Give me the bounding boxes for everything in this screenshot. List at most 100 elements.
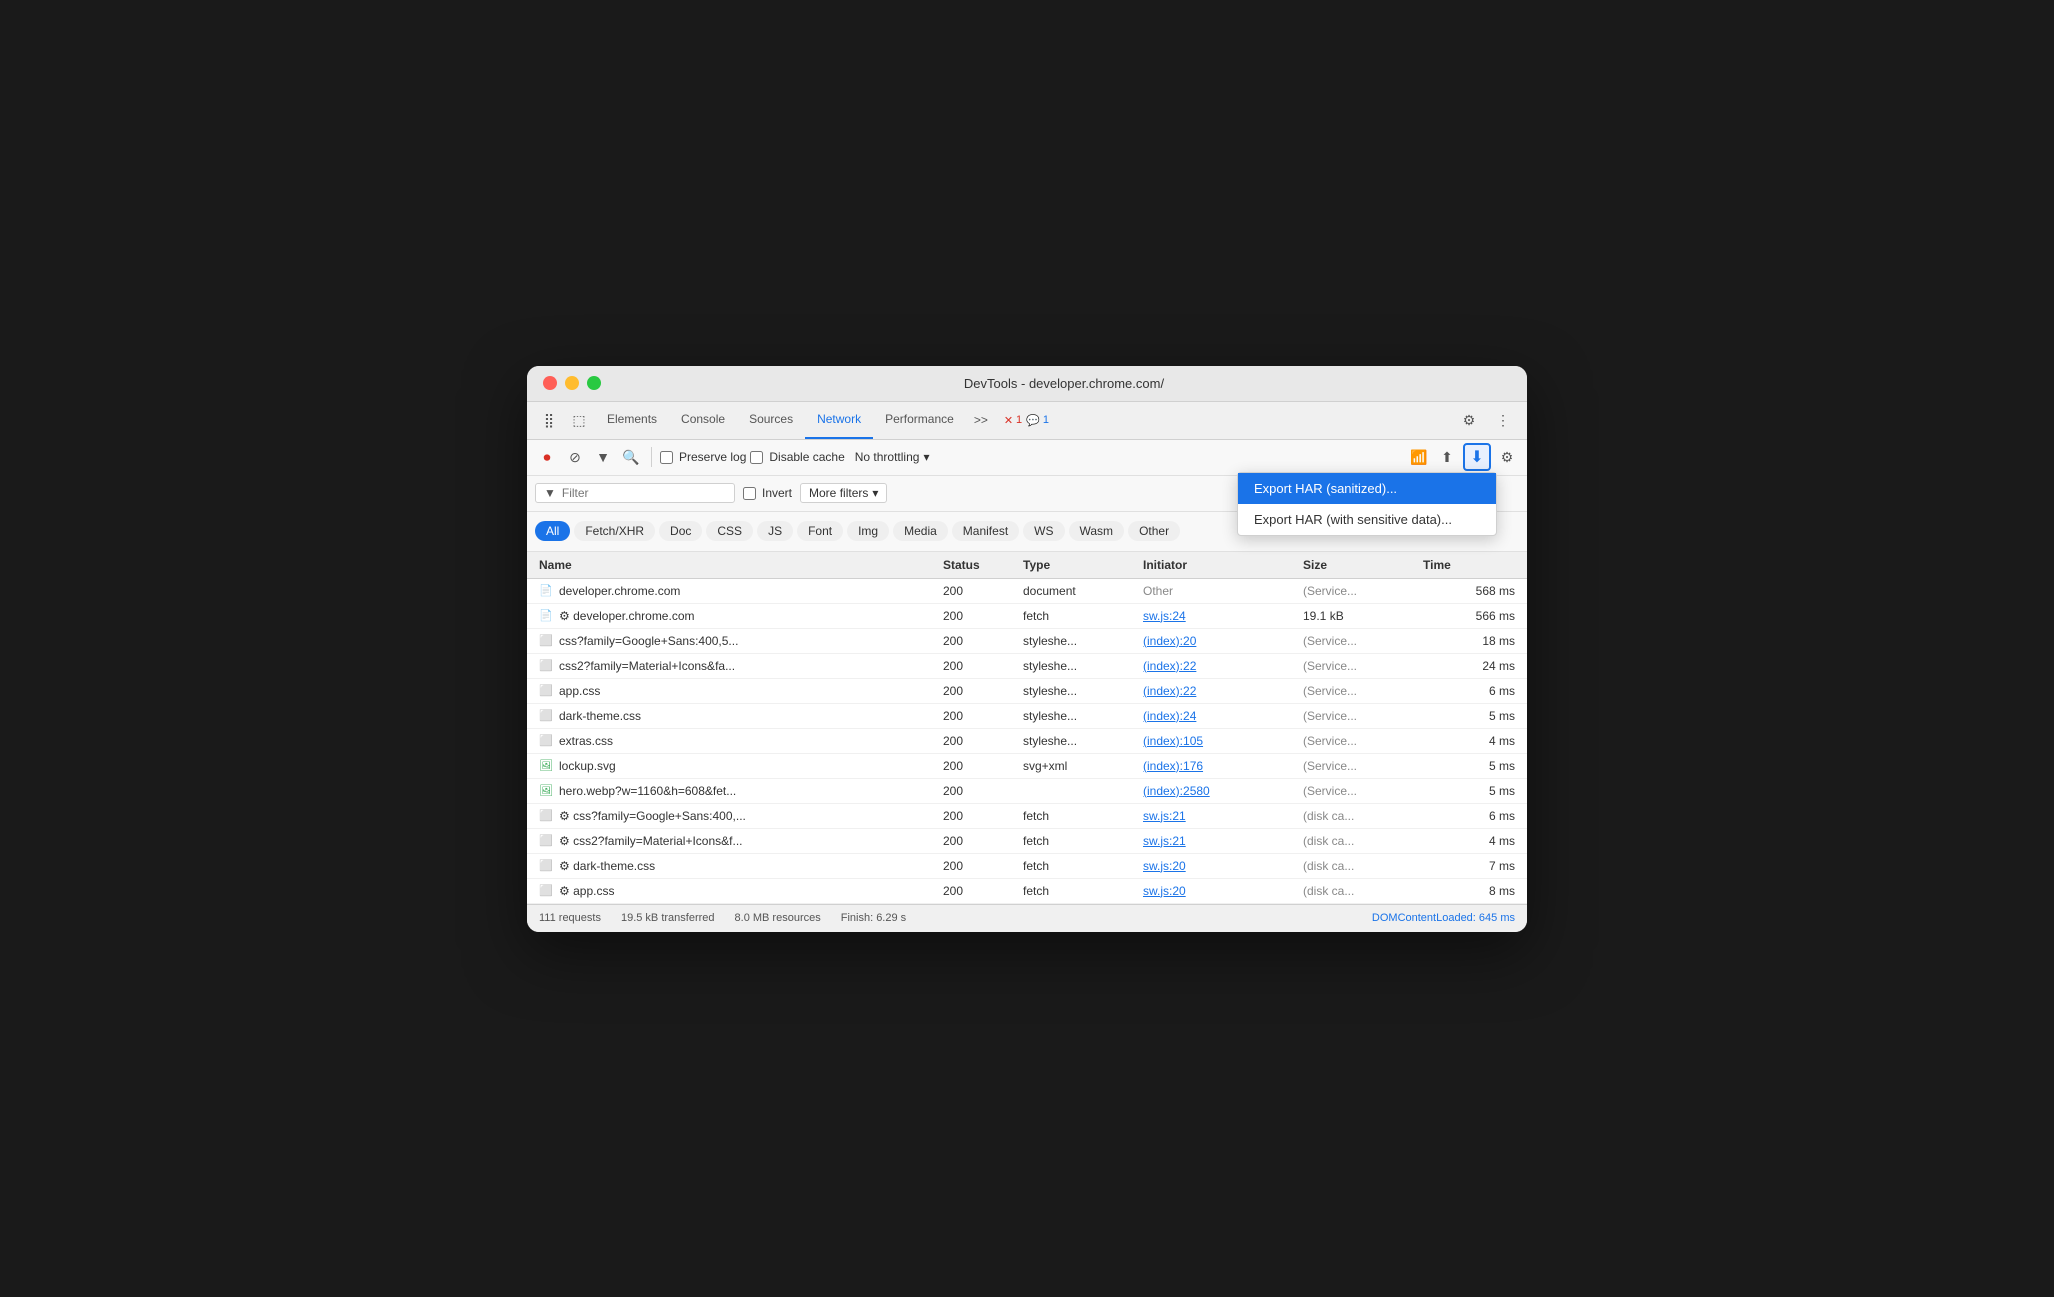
close-button[interactable] bbox=[543, 376, 557, 390]
row-status: 200 bbox=[939, 856, 1019, 876]
initiator-link[interactable]: (index):105 bbox=[1143, 734, 1203, 748]
col-header-name[interactable]: Name bbox=[535, 556, 939, 574]
table-row[interactable]: ⬜ ⚙ css?family=Google+Sans:400,... 200 f… bbox=[527, 804, 1527, 829]
filter-input[interactable] bbox=[562, 486, 702, 500]
table-row[interactable]: ⬜ ⚙ app.css 200 fetch sw.js:20 (disk ca.… bbox=[527, 879, 1527, 904]
more-options-icon[interactable]: ⋮ bbox=[1489, 406, 1517, 434]
initiator-link[interactable]: (index):2580 bbox=[1143, 784, 1210, 798]
initiator-link[interactable]: (index):22 bbox=[1143, 684, 1196, 698]
type-btn-other[interactable]: Other bbox=[1128, 521, 1180, 541]
disable-cache-checkbox[interactable]: Disable cache bbox=[750, 450, 844, 464]
type-btn-wasm[interactable]: Wasm bbox=[1069, 521, 1125, 541]
table-row[interactable]: ⬜ ⚙ dark-theme.css 200 fetch sw.js:20 (d… bbox=[527, 854, 1527, 879]
tab-more-button[interactable]: >> bbox=[966, 407, 996, 433]
table-row[interactable]: 🖼 hero.webp?w=1160&h=608&fet... 200 (ind… bbox=[527, 779, 1527, 804]
filter-icon[interactable]: ▼ bbox=[591, 445, 615, 469]
initiator-link[interactable]: sw.js:20 bbox=[1143, 884, 1186, 898]
row-name-text: extras.css bbox=[559, 734, 613, 748]
initiator-link[interactable]: sw.js:24 bbox=[1143, 609, 1186, 623]
clear-button[interactable]: ⊘ bbox=[563, 445, 587, 469]
table-row[interactable]: ⬜ extras.css 200 styleshe... (index):105… bbox=[527, 729, 1527, 754]
row-initiator: sw.js:20 bbox=[1139, 856, 1299, 876]
initiator-link[interactable]: (index):20 bbox=[1143, 634, 1196, 648]
table-row[interactable]: 📄 developer.chrome.com 200 document Othe… bbox=[527, 579, 1527, 604]
upload-icon[interactable]: ⬆ bbox=[1435, 445, 1459, 469]
row-time: 24 ms bbox=[1419, 656, 1519, 676]
minimize-button[interactable] bbox=[565, 376, 579, 390]
row-name: 📄 developer.chrome.com bbox=[535, 581, 939, 601]
table-row[interactable]: ⬜ ⚙ css2?family=Material+Icons&f... 200 … bbox=[527, 829, 1527, 854]
tab-network[interactable]: Network bbox=[805, 401, 873, 439]
initiator-link[interactable]: (index):22 bbox=[1143, 659, 1196, 673]
type-btn-media[interactable]: Media bbox=[893, 521, 948, 541]
traffic-lights bbox=[543, 376, 601, 390]
wifi-icon[interactable]: 📶 bbox=[1407, 445, 1431, 469]
row-time: 4 ms bbox=[1419, 831, 1519, 851]
type-btn-css[interactable]: CSS bbox=[706, 521, 753, 541]
type-btn-ws[interactable]: WS bbox=[1023, 521, 1064, 541]
preserve-log-input[interactable] bbox=[660, 451, 673, 464]
search-icon[interactable]: 🔍 bbox=[619, 445, 643, 469]
row-initiator: sw.js:20 bbox=[1139, 881, 1299, 901]
tab-console[interactable]: Console bbox=[669, 401, 737, 439]
tab-performance[interactable]: Performance bbox=[873, 401, 966, 439]
tab-elements[interactable]: Elements bbox=[595, 401, 669, 439]
transferred-size: 19.5 kB transferred bbox=[621, 912, 715, 924]
preserve-log-checkbox[interactable]: Preserve log bbox=[660, 450, 746, 464]
type-btn-js[interactable]: JS bbox=[757, 521, 793, 541]
type-btn-fetch-xhr[interactable]: Fetch/XHR bbox=[574, 521, 655, 541]
row-type: styleshe... bbox=[1019, 631, 1139, 651]
initiator-link[interactable]: (index):176 bbox=[1143, 759, 1203, 773]
record-button[interactable]: ⏺ bbox=[535, 445, 559, 469]
table-row[interactable]: ⬜ css?family=Google+Sans:400,5... 200 st… bbox=[527, 629, 1527, 654]
maximize-button[interactable] bbox=[587, 376, 601, 390]
invert-checkbox[interactable]: Invert bbox=[743, 486, 792, 500]
status-bar: 111 requests 19.5 kB transferred 8.0 MB … bbox=[527, 904, 1527, 932]
table-row[interactable]: ⬜ dark-theme.css 200 styleshe... (index)… bbox=[527, 704, 1527, 729]
row-name: 📄 ⚙ developer.chrome.com bbox=[535, 606, 939, 626]
col-header-size[interactable]: Size bbox=[1299, 556, 1419, 574]
error-badge: ✕ 1 bbox=[1004, 414, 1022, 427]
download-har-button[interactable]: ⬇ bbox=[1463, 443, 1491, 471]
row-type: fetch bbox=[1019, 806, 1139, 826]
tab-sources[interactable]: Sources bbox=[737, 401, 805, 439]
table-row[interactable]: ⬜ app.css 200 styleshe... (index):22 (Se… bbox=[527, 679, 1527, 704]
type-btn-img[interactable]: Img bbox=[847, 521, 889, 541]
device-toolbar-icon[interactable]: ⬚ bbox=[565, 406, 593, 434]
initiator-link[interactable]: (index):24 bbox=[1143, 709, 1196, 723]
row-time: 6 ms bbox=[1419, 806, 1519, 826]
title-bar: DevTools - developer.chrome.com/ bbox=[527, 366, 1527, 402]
export-har-sanitized-option[interactable]: Export HAR (sanitized)... bbox=[1238, 473, 1496, 504]
table-header: Name Status Type Initiator Size Time bbox=[527, 552, 1527, 579]
table-row[interactable]: ⬜ css2?family=Material+Icons&fa... 200 s… bbox=[527, 654, 1527, 679]
initiator-link[interactable]: sw.js:20 bbox=[1143, 859, 1186, 873]
row-time: 4 ms bbox=[1419, 731, 1519, 751]
invert-input[interactable] bbox=[743, 487, 756, 500]
row-name-text: ⚙ css?family=Google+Sans:400,... bbox=[559, 809, 746, 823]
table-row[interactable]: 🖼 lockup.svg 200 svg+xml (index):176 (Se… bbox=[527, 754, 1527, 779]
col-header-status[interactable]: Status bbox=[939, 556, 1019, 574]
type-btn-doc[interactable]: Doc bbox=[659, 521, 702, 541]
row-type bbox=[1019, 788, 1139, 794]
settings-icon[interactable]: ⚙ bbox=[1455, 406, 1483, 434]
col-header-time[interactable]: Time bbox=[1419, 556, 1519, 574]
type-btn-font[interactable]: Font bbox=[797, 521, 843, 541]
col-header-type[interactable]: Type bbox=[1019, 556, 1139, 574]
type-btn-manifest[interactable]: Manifest bbox=[952, 521, 1019, 541]
table-row[interactable]: 📄 ⚙ developer.chrome.com 200 fetch sw.js… bbox=[527, 604, 1527, 629]
row-type: styleshe... bbox=[1019, 731, 1139, 751]
export-har-sensitive-option[interactable]: Export HAR (with sensitive data)... bbox=[1238, 504, 1496, 535]
initiator-link[interactable]: sw.js:21 bbox=[1143, 809, 1186, 823]
initiator-link[interactable]: sw.js:21 bbox=[1143, 834, 1186, 848]
disable-cache-input[interactable] bbox=[750, 451, 763, 464]
inspect-icon[interactable]: ⣿ bbox=[535, 406, 563, 434]
col-header-initiator[interactable]: Initiator bbox=[1139, 556, 1299, 574]
row-initiator: sw.js:24 bbox=[1139, 606, 1299, 626]
type-btn-all[interactable]: All bbox=[535, 521, 570, 541]
throttle-select[interactable]: No throttling ▾ bbox=[849, 448, 936, 466]
row-initiator: sw.js:21 bbox=[1139, 806, 1299, 826]
more-filters-button[interactable]: More filters ▾ bbox=[800, 483, 887, 503]
row-time: 6 ms bbox=[1419, 681, 1519, 701]
import-settings-icon[interactable]: ⚙ bbox=[1495, 445, 1519, 469]
row-icon: 🖼 bbox=[539, 784, 553, 798]
